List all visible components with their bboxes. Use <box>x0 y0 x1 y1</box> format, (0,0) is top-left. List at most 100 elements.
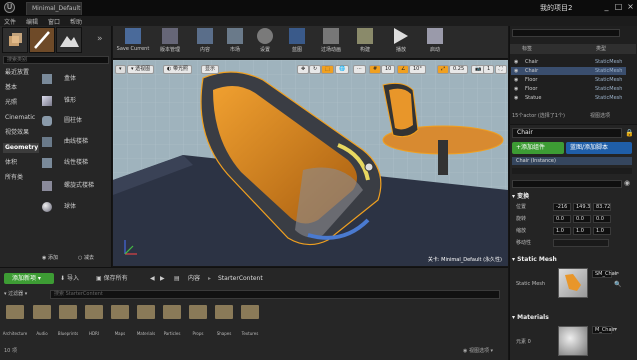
add-new-button[interactable]: 添加新项 ▾ <box>4 273 54 284</box>
settings-button[interactable]: 设置 <box>248 27 282 58</box>
folder-icon[interactable] <box>241 305 259 319</box>
rotation-y[interactable]: 0.0 <box>573 215 591 223</box>
material-thumbnail[interactable] <box>558 326 588 356</box>
component-instance-row[interactable]: Chair (Instance) <box>512 157 632 165</box>
content-search-input[interactable]: 搜索 StarterContent <box>50 290 500 299</box>
scale-tool-icon[interactable]: ⬚ <box>321 65 334 74</box>
rotation-z[interactable]: 0.0 <box>593 215 611 223</box>
more-modes-icon[interactable]: » <box>97 34 103 44</box>
eye-icon[interactable]: ◉ <box>514 67 518 75</box>
outliner-row[interactable]: ◉ Statue StaticMesh <box>511 94 626 102</box>
material-picker[interactable]: M_Chair <box>592 326 615 334</box>
maximize-viewport-icon[interactable]: ⛶ <box>495 65 507 74</box>
viewport-options-button[interactable]: ▾ <box>115 65 126 74</box>
folder-icon[interactable] <box>137 305 155 319</box>
menu-help[interactable]: 帮助 <box>70 17 82 26</box>
scale-snap-value[interactable]: 0.25 <box>449 65 469 74</box>
component-row[interactable] <box>512 168 632 174</box>
lit-mode-button[interactable]: ◐ 带光照 <box>163 65 192 74</box>
category-volumes[interactable]: 体积 <box>3 158 39 168</box>
menu-file[interactable]: 文件 <box>4 17 16 26</box>
grid-snap-icon[interactable]: # <box>369 65 382 74</box>
history-back-icon[interactable]: ◀ <box>150 273 155 284</box>
level-tab[interactable]: Minimal_Default <box>26 2 82 15</box>
breadcrumb-folder[interactable]: StarterContent <box>218 273 263 284</box>
perspective-button[interactable]: ▾ 透视图 <box>127 65 155 74</box>
mesh-thumbnail[interactable] <box>558 268 588 298</box>
save-all-button[interactable]: ▣ 保存所有 <box>96 273 128 284</box>
category-lights[interactable]: 光照 <box>3 98 39 108</box>
translate-tool-icon[interactable]: ✥ <box>297 65 310 74</box>
save-button[interactable]: Save Current <box>116 27 150 58</box>
scale-z[interactable]: 1.0 <box>593 227 611 235</box>
actor-name-field[interactable]: Chair <box>512 128 622 138</box>
add-component-button[interactable]: +添加组件 <box>512 142 564 154</box>
import-button[interactable]: ⬇ 导入 <box>60 273 79 284</box>
transform-section[interactable]: ▾ 变换 <box>512 192 529 201</box>
category-recent[interactable]: 最近放置 <box>3 68 39 78</box>
camera-speed-value[interactable]: 1 <box>483 65 495 74</box>
category-geometry[interactable]: Geometry <box>3 143 39 153</box>
marketplace-button[interactable]: 市场 <box>218 27 252 58</box>
lock-icon[interactable]: 🔒 <box>625 129 634 137</box>
scale-x[interactable]: 1.0 <box>553 227 571 235</box>
folder-icon[interactable] <box>111 305 129 319</box>
folder-icon[interactable] <box>33 305 51 319</box>
outliner-row[interactable]: ◉ Chair StaticMesh <box>511 67 626 75</box>
column-label[interactable]: 标签 <box>522 44 532 54</box>
folder-icon[interactable] <box>85 305 103 319</box>
rotate-snap-value[interactable]: 10° <box>409 65 426 74</box>
menu-edit[interactable]: 编辑 <box>26 17 38 26</box>
breadcrumb-root[interactable]: 内容 <box>188 273 200 284</box>
brush-type-subtract[interactable]: ○ 减去 <box>78 254 94 261</box>
grid-snap-value[interactable]: 10 <box>381 65 396 74</box>
launch-button[interactable]: 启动 <box>418 27 452 58</box>
outliner-row[interactable]: ◉ Chair StaticMesh <box>511 58 626 66</box>
outliner-search-input[interactable] <box>512 29 620 37</box>
show-button[interactable]: 显示 <box>201 65 220 74</box>
scale-snap-icon[interactable]: ⤢ <box>437 65 450 74</box>
dropdown-arrow-icon[interactable]: ▾ <box>614 326 617 333</box>
maximize-icon[interactable]: □ <box>614 2 623 11</box>
browse-asset-icon[interactable]: ⇦ <box>614 270 619 277</box>
folder-icon[interactable] <box>189 305 207 319</box>
play-button[interactable]: 播放 <box>384 27 418 58</box>
category-basic[interactable]: 基本 <box>3 83 39 93</box>
eye-icon[interactable]: ◉ <box>514 94 518 102</box>
mobility-toggle[interactable] <box>553 239 609 247</box>
eye-icon[interactable]: ◉ <box>624 179 630 187</box>
modes-search-input[interactable]: 搜索类别 <box>3 56 109 64</box>
world-local-icon[interactable]: 🌐 <box>335 65 350 74</box>
rotate-tool-icon[interactable]: ↻ <box>309 65 322 74</box>
static-mesh-section[interactable]: ▾ Static Mesh <box>512 255 557 264</box>
outliner-row[interactable]: ◉ Floor StaticMesh <box>511 76 626 84</box>
history-forward-icon[interactable]: ▶ <box>160 273 165 284</box>
folder-icon[interactable] <box>215 305 233 319</box>
location-y[interactable]: 149.3 <box>573 203 591 211</box>
level-viewport[interactable]: ▾ ▾ 透视图 ◐ 带光照 显示 ✥ ↻ ⬚ 🌐 ⋯ # 10 ∠ 10° ⤢ … <box>113 60 508 266</box>
category-visual-effects[interactable]: 视觉效果 <box>3 128 39 138</box>
category-all-classes[interactable]: 所有类 <box>3 173 39 183</box>
content-button[interactable]: 内容 <box>188 27 222 58</box>
outliner-view-options[interactable]: 视图选项 <box>590 112 610 119</box>
brush-type-add[interactable]: ◉ 添加 <box>42 254 58 261</box>
materials-section[interactable]: ▾ Materials <box>512 313 549 322</box>
outliner-row[interactable]: ◉ Floor StaticMesh <box>511 85 626 93</box>
folder-icon[interactable] <box>6 305 24 319</box>
minimize-icon[interactable]: _ <box>602 2 611 11</box>
rotate-snap-icon[interactable]: ∠ <box>397 65 410 74</box>
find-in-browser-icon[interactable]: 🔍 <box>614 281 621 288</box>
rotation-x[interactable]: 0.0 <box>553 215 571 223</box>
blueprints-button[interactable]: 蓝图 <box>280 27 314 58</box>
scale-y[interactable]: 1.0 <box>573 227 591 235</box>
paint-mode-tab[interactable] <box>29 27 55 53</box>
folder-icon[interactable] <box>59 305 77 319</box>
eye-icon[interactable]: ◉ <box>514 76 518 84</box>
source-control-button[interactable]: 版本管理 <box>153 27 187 58</box>
eye-icon[interactable]: ◉ <box>514 85 518 93</box>
content-view-options[interactable]: ◉ 视图选项 ▾ <box>463 347 493 354</box>
cinematics-button[interactable]: 过场动画 <box>314 27 348 58</box>
surface-snap-icon[interactable]: ⋯ <box>353 65 366 74</box>
blueprint-add-script-button[interactable]: 蓝图/添加脚本 <box>566 142 632 154</box>
category-cinematic[interactable]: Cinematic <box>3 113 39 123</box>
